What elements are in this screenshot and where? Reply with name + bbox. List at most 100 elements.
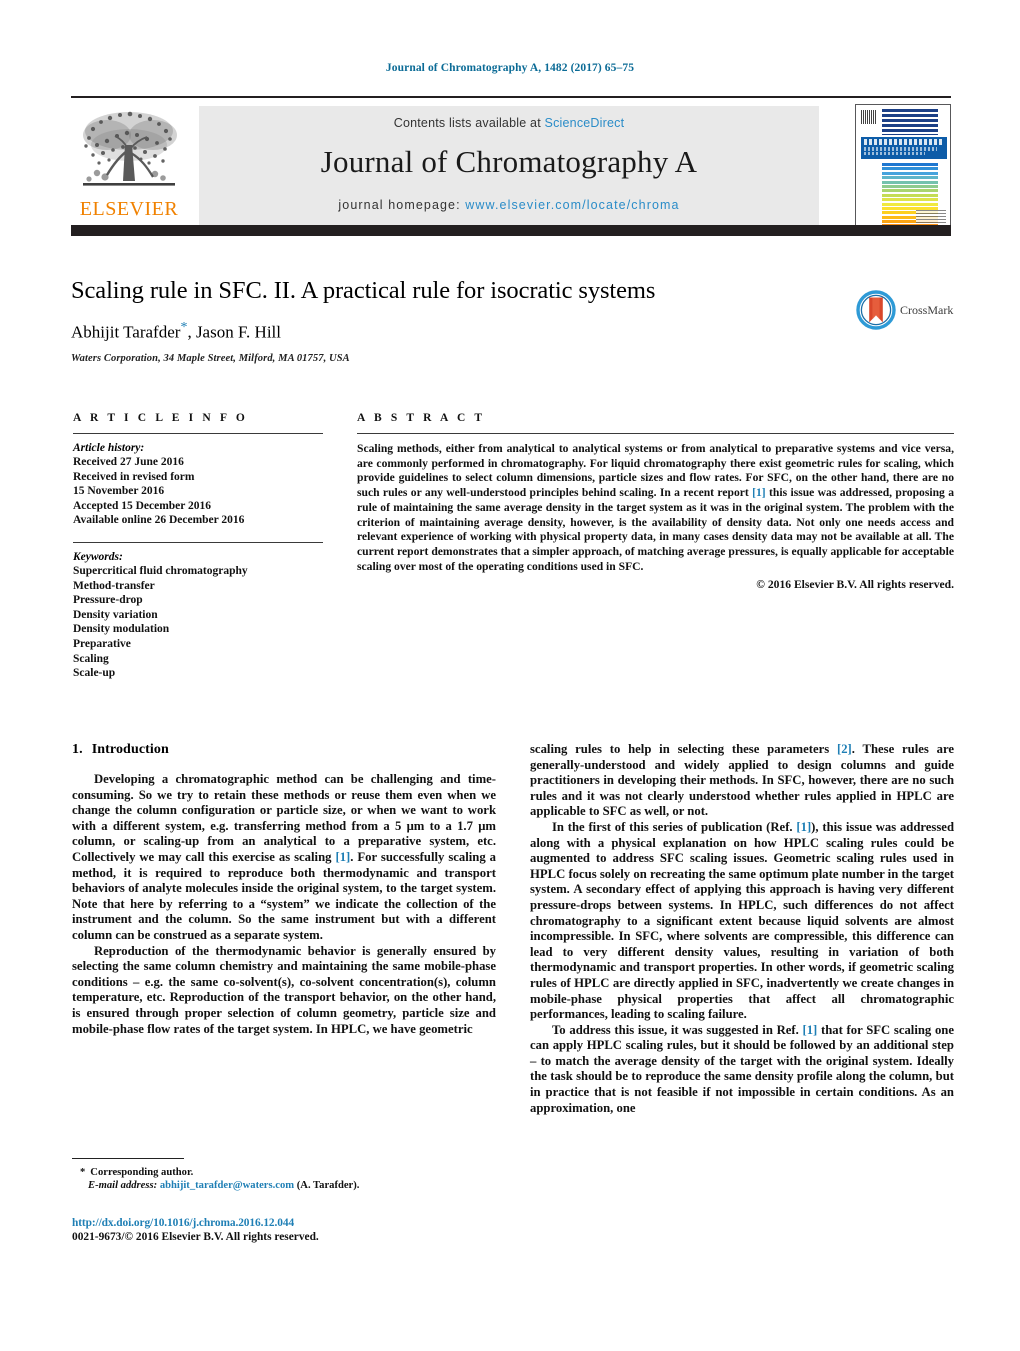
crossmark-label: CrossMark xyxy=(900,302,954,317)
elsevier-wordmark: ELSEVIER xyxy=(79,198,179,220)
section-heading-introduction: 1. Introduction xyxy=(72,742,496,758)
paragraph-part-2: ), this issue was addressed along with a… xyxy=(530,819,954,1022)
author-primary: Abhijit Tarafder xyxy=(71,322,181,342)
abstract-heading: A B S T R A C T xyxy=(357,412,486,424)
journal-homepage-line: journal homepage: www.elsevier.com/locat… xyxy=(338,198,679,212)
cover-top-stripes xyxy=(882,109,938,135)
masthead-banner: Contents lists available at ScienceDirec… xyxy=(199,106,819,226)
article-history-item: Received 27 June 2016 xyxy=(73,456,184,468)
sciencedirect-link[interactable]: ScienceDirect xyxy=(545,116,625,130)
keyword-item: Density variation xyxy=(73,608,158,621)
article-history-label: Article history: xyxy=(73,442,145,454)
doi-link[interactable]: http://dx.doi.org/10.1016/j.chroma.2016.… xyxy=(72,1217,592,1229)
article-first-page: Journal of Chromatography A, 1482 (2017)… xyxy=(0,0,1020,1351)
keyword-item: Method-transfer xyxy=(73,579,155,592)
article-history-item: Available online 26 December 2016 xyxy=(73,514,245,527)
journal-title: Journal of Chromatography A xyxy=(320,144,698,179)
cover-spectrum-bar xyxy=(882,167,938,171)
cover-spectrum-bar xyxy=(882,184,938,188)
article-history-item: Accepted 15 December 2016 xyxy=(73,499,212,512)
article-info-column: A R T I C L E I N F O Article history: R… xyxy=(73,412,323,681)
author-secondary: , Jason F. Hill xyxy=(187,322,282,342)
running-head: Journal of Chromatography A, 1482 (2017)… xyxy=(385,62,635,74)
email-label: E-mail address: xyxy=(88,1180,158,1192)
section-number: 1. xyxy=(72,742,83,757)
article-info-heading: A R T I C L E I N F O xyxy=(73,412,248,424)
corresponding-author-text: Corresponding author. xyxy=(90,1167,194,1178)
email-note: E-mail address: abhijit_tarafder@waters.… xyxy=(72,1179,496,1192)
keyword-item: Supercritical fluid chromatography xyxy=(73,564,248,577)
abstract-copyright: © 2016 Elsevier B.V. All rights reserved… xyxy=(756,578,954,592)
contents-prefix: Contents lists available at xyxy=(393,116,545,130)
paragraph: In the first of this series of publicati… xyxy=(530,820,954,1023)
email-suffix: (A. Tarafder). xyxy=(296,1180,360,1192)
elsevier-tree-icon xyxy=(83,111,177,186)
paragraph-part-1: In the first of this series of publicati… xyxy=(552,819,797,834)
barcode-icon xyxy=(861,110,877,124)
paragraph-part-1: Reproduction of the thermodynamic behavi… xyxy=(72,943,496,1036)
cover-title-band xyxy=(861,137,947,159)
elsevier-logo: ELSEVIER xyxy=(73,105,185,227)
homepage-url-link[interactable]: www.elsevier.com/locate/chroma xyxy=(465,198,679,212)
abstract-rule xyxy=(357,433,954,434)
footnote-block: * Corresponding author. E-mail address: a… xyxy=(72,1158,496,1193)
keyword-item: Density modulation xyxy=(73,623,170,636)
keyword-item: Pressure-drop xyxy=(73,594,143,607)
inline-citation[interactable]: [2] xyxy=(837,742,852,756)
cover-spectrum-bar xyxy=(882,193,938,197)
paragraph: To address this issue, it was suggested … xyxy=(530,1023,954,1117)
body-column-right: scaling rules to help in selecting these… xyxy=(530,742,954,1116)
paragraph: Reproduction of the thermodynamic behavi… xyxy=(72,944,496,1038)
inline-citation[interactable]: [1] xyxy=(335,850,350,864)
inline-citation[interactable]: [1] xyxy=(796,820,811,834)
article-title: Scaling rule in SFC. II. A practical rul… xyxy=(71,277,656,304)
author-affiliation: Waters Corporation, 34 Maple Street, Mil… xyxy=(71,352,350,364)
cover-band-sub-line-1 xyxy=(864,147,937,151)
cover-spectrum-bar xyxy=(882,180,938,184)
email-link[interactable]: abhijit_tarafder@waters.com xyxy=(160,1180,294,1191)
crossmark-logo-icon xyxy=(856,290,896,330)
issn-copyright-line: 0021-9673/© 2016 Elsevier B.V. All right… xyxy=(72,1231,319,1243)
cover-band-title-line xyxy=(864,139,944,145)
article-history-item: 15 November 2016 xyxy=(73,485,165,498)
title-block: Scaling rule in SFC. II. A practical rul… xyxy=(71,276,841,364)
paragraph-part-1: To address this issue, it was suggested … xyxy=(552,1022,803,1037)
keyword-item: Preparative xyxy=(73,637,131,650)
footnote-star-marker: * xyxy=(80,1167,86,1178)
cover-spectrum-bar xyxy=(882,171,938,175)
imprint-block: http://dx.doi.org/10.1016/j.chroma.2016.… xyxy=(72,1217,592,1243)
cover-inner xyxy=(856,105,950,229)
section-title: Introduction xyxy=(91,742,169,757)
keywords-label: Keywords: xyxy=(73,550,123,563)
crossmark-badge[interactable]: CrossMark xyxy=(856,287,956,333)
cover-spectrum-bar xyxy=(882,198,938,202)
keyword-item: Scaling xyxy=(73,652,109,665)
masthead-top-rule xyxy=(71,96,951,98)
cover-publisher-mark xyxy=(916,210,946,224)
cover-band-sub-line-2 xyxy=(864,152,925,155)
body-column-left: 1. Introduction Developing a chromatograp… xyxy=(72,742,496,1037)
article-history-item: Received in revised form xyxy=(73,470,195,483)
masthead-bottom-bar xyxy=(71,225,951,236)
paragraph-part-1: scaling rules to help in selecting these… xyxy=(530,742,837,756)
abstract-text: Scaling methods, either from analytical … xyxy=(357,442,954,574)
article-history-list: Received 27 June 2016 Received in revise… xyxy=(73,455,323,528)
journal-cover-thumbnail[interactable] xyxy=(855,104,951,230)
inline-citation[interactable]: [1] xyxy=(802,1023,817,1037)
journal-masthead: ELSEVIER Contents lists available at Sci… xyxy=(71,96,951,236)
keywords-rule xyxy=(73,541,323,543)
author-list: Abhijit Tarafder*, Jason F. Hill xyxy=(71,320,841,343)
cover-spectrum-bar xyxy=(882,163,938,166)
footnote-rule xyxy=(72,1158,184,1159)
keyword-item: Scale-up xyxy=(73,667,116,680)
corresponding-author-note: * Corresponding author. xyxy=(72,1166,496,1179)
cover-spectrum-bar xyxy=(882,202,938,206)
paragraph: scaling rules to help in selecting these… xyxy=(530,742,954,820)
article-info-rule xyxy=(73,433,323,434)
keywords-block: Keywords: Supercritical fluid chromatogr… xyxy=(73,551,323,681)
abstract-column: A B S T R A C T Scaling methods, either … xyxy=(357,412,954,591)
homepage-prefix: journal homepage: xyxy=(338,198,466,212)
cover-spectrum-bar xyxy=(882,189,938,193)
paragraph: Developing a chromatographic method can … xyxy=(72,772,496,944)
abstract-citation-1[interactable]: [1] xyxy=(752,486,766,499)
